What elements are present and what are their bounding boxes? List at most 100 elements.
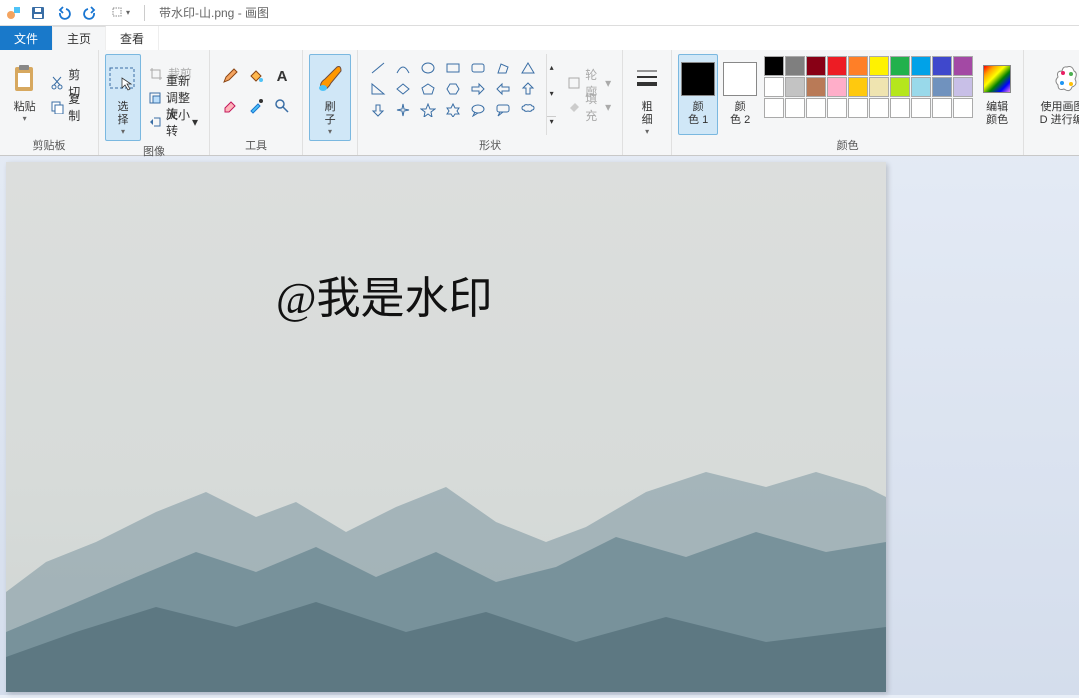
color-swatch[interactable] [764,98,784,118]
color-swatch[interactable] [785,56,805,76]
shape-arrow-down[interactable] [366,100,390,120]
color-swatch[interactable] [869,56,889,76]
color1-swatch [681,62,715,96]
shape-rect[interactable] [441,58,465,78]
tool-magnifier[interactable] [270,92,294,120]
tab-home[interactable]: 主页 [53,26,106,50]
color-swatch[interactable] [953,98,973,118]
color-swatch[interactable] [911,77,931,97]
brush-icon [315,59,345,99]
color2-swatch [723,62,757,96]
shape-polygon[interactable] [491,58,515,78]
paint3d-icon [1052,59,1079,99]
tab-view[interactable]: 查看 [106,26,159,50]
shape-arrow-right[interactable] [466,79,490,99]
shape-star5[interactable] [416,100,440,120]
shape-callout-cloud[interactable] [516,100,540,120]
shape-diamond[interactable] [391,79,415,99]
document-title: 带水印-山.png - 画图 [159,4,269,21]
color-swatch[interactable] [869,77,889,97]
color-swatch[interactable] [848,98,868,118]
color-swatch[interactable] [848,56,868,76]
rotate-icon [148,114,162,130]
chevron-down-icon: ▾ [23,114,27,123]
shape-star6[interactable] [441,100,465,120]
group-shapes: ▴ ▾ ▾ 轮廓 ▾ 填充 ▾ 形状 [358,50,623,155]
group-paint3d: 使用画图 3 D 进行编辑 [1024,50,1079,155]
color2-button[interactable]: 颜 色 2 [720,54,760,135]
color-swatch[interactable] [827,98,847,118]
tool-text[interactable]: A [270,62,294,90]
shapes-scroll-down[interactable]: ▾ [547,89,556,98]
group-colors: 颜 色 1 颜 色 2 编辑 颜色 颜色 [672,50,1024,155]
color-swatch[interactable] [806,56,826,76]
shape-callout-round[interactable] [466,100,490,120]
cut-icon [50,75,64,91]
group-size: 粗 细 ▾ [623,50,672,155]
color-swatch[interactable] [764,56,784,76]
color-swatch[interactable] [869,98,889,118]
shape-callout-rect[interactable] [491,100,515,120]
shape-star4[interactable] [391,100,415,120]
color-swatch[interactable] [932,98,952,118]
color-swatch[interactable] [848,77,868,97]
color-swatch[interactable] [911,56,931,76]
size-button[interactable]: 粗 细 ▾ [629,54,665,141]
qa-save-icon[interactable] [28,3,48,23]
color-swatch[interactable] [932,77,952,97]
tool-color-picker[interactable] [244,92,268,120]
color-swatch[interactable] [785,98,805,118]
image-mountains [6,432,886,692]
shapes-expand[interactable]: ▾ [547,116,556,126]
color-swatch[interactable] [785,77,805,97]
tab-file[interactable]: 文件 [0,26,53,50]
shape-curve[interactable] [391,58,415,78]
canvas[interactable]: @我是水印 [6,162,886,692]
shape-arrow-left[interactable] [491,79,515,99]
tool-fill[interactable] [244,62,268,90]
color-swatch[interactable] [890,77,910,97]
color-swatch[interactable] [890,98,910,118]
copy-button[interactable]: 复制 [45,96,92,118]
shape-arrow-up[interactable] [516,79,540,99]
shapes-gallery[interactable] [364,54,542,135]
shape-right-triangle[interactable] [366,79,390,99]
color-swatch[interactable] [827,56,847,76]
paste-button[interactable]: 粘贴 ▾ [6,54,43,135]
select-button[interactable]: 选 择 ▾ [105,54,141,141]
qa-customize-dropdown[interactable]: ▾ [106,3,136,23]
color-swatch[interactable] [890,56,910,76]
color-swatch[interactable] [932,56,952,76]
tool-pencil[interactable] [218,62,242,90]
shape-pentagon[interactable] [416,79,440,99]
group-size-label [629,141,665,155]
tool-eraser[interactable] [218,92,242,120]
fill-label: 填充 [585,90,601,124]
color1-button[interactable]: 颜 色 1 [678,54,718,135]
shape-triangle[interactable] [516,58,540,78]
rotate-button[interactable]: 旋转 ▾ [143,111,203,133]
shape-line[interactable] [366,58,390,78]
group-brushes: 刷 子 ▾ [303,50,358,155]
color-swatch[interactable] [764,77,784,97]
color-swatch[interactable] [953,77,973,97]
fill-button[interactable]: 填充 ▾ [562,96,616,118]
shape-oval[interactable] [416,58,440,78]
brushes-button[interactable]: 刷 子 ▾ [309,54,351,141]
paste-label: 粘贴 [14,101,36,114]
qa-redo-icon[interactable] [80,3,100,23]
paint3d-button[interactable]: 使用画图 3 D 进行编辑 [1030,54,1079,139]
qa-undo-icon[interactable] [54,3,74,23]
color-swatch[interactable] [806,77,826,97]
shape-hexagon[interactable] [441,79,465,99]
shape-roundrect[interactable] [466,58,490,78]
chevron-down-icon: ▾ [121,127,125,136]
color-swatch[interactable] [827,77,847,97]
color-swatch[interactable] [953,56,973,76]
group-colors-label: 颜色 [678,135,1017,153]
shapes-scroll-up[interactable]: ▴ [547,63,556,72]
color-swatch[interactable] [911,98,931,118]
select-icon [108,59,138,99]
edit-colors-button[interactable]: 编辑 颜色 [977,54,1017,135]
color-swatch[interactable] [806,98,826,118]
